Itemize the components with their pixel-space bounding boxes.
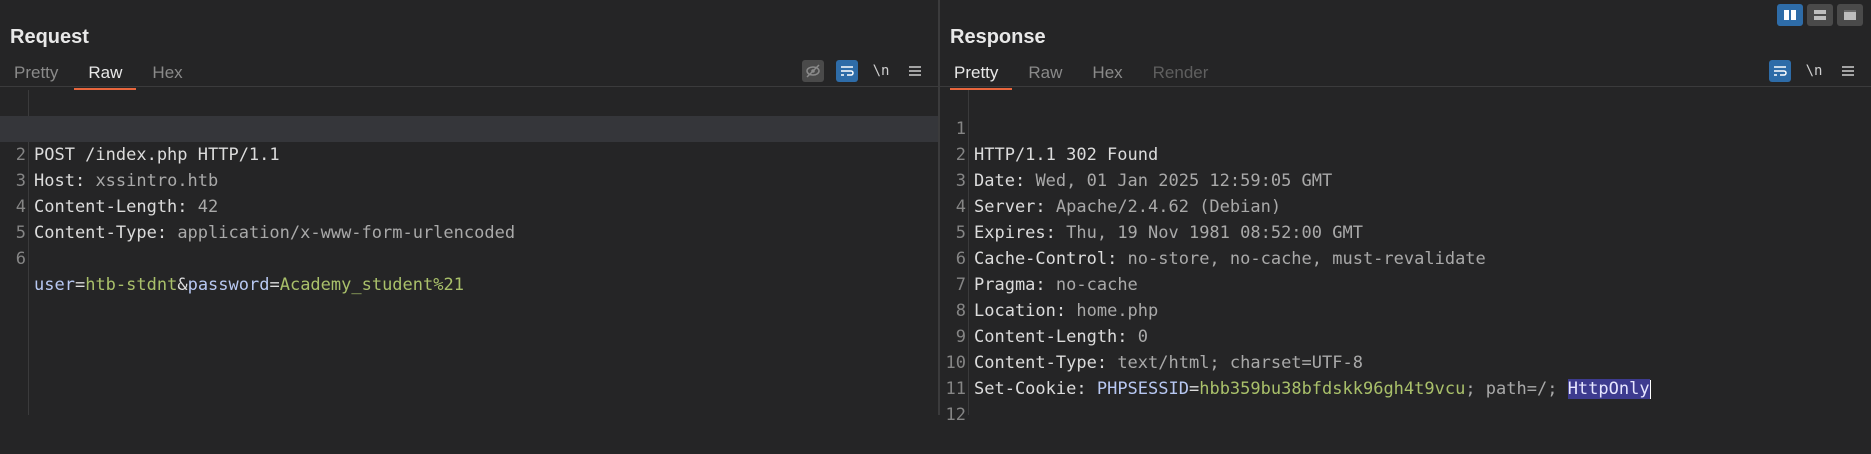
code-line: 9 Content-Type: text/html; charset=UTF-8 (955, 327, 1363, 373)
code-line: 2 Date: Wed, 01 Jan 2025 12:59:05 GMT (955, 145, 1333, 191)
code-line: 12 (945, 405, 966, 425)
code-line: 3 Server: Apache/2.4.62 (Debian) (955, 171, 1282, 217)
word-wrap-icon[interactable] (1769, 60, 1791, 82)
response-pane: Response Pretty Raw Hex Render \n 1 HTTP… (940, 0, 1871, 425)
code-line: 8 Content-Length: 0 (955, 301, 1149, 347)
request-toolbar: \n (802, 60, 926, 82)
code-line: 5 (15, 223, 26, 243)
response-title: Response (950, 26, 1046, 48)
code-line: 3 Content-Length: 42 (15, 171, 219, 217)
menu-icon[interactable] (904, 60, 926, 82)
code-line: 1 POST /index.php HTTP/1.1 (16, 119, 280, 165)
layout-side-by-side-icon[interactable] (1777, 4, 1803, 26)
layout-switcher (1777, 4, 1863, 26)
show-newlines-button[interactable]: \n (1803, 60, 1825, 82)
code-line: 11 (945, 379, 966, 399)
request-title: Request (10, 26, 89, 48)
response-editor[interactable]: 1 HTTP/1.1 302 Found 2 Date: Wed, 01 Jan… (940, 90, 1871, 425)
response-toolbar: \n (1769, 60, 1859, 82)
code-line: 7 Location: home.php (955, 275, 1159, 321)
layout-tabbed-icon[interactable] (1837, 4, 1863, 26)
code-line: 6 Pragma: no-cache (955, 249, 1138, 295)
code-line-set-cookie: 10 Set-Cookie: PHPSESSID=hbb359bu38bfdsk… (945, 353, 1651, 399)
hide-nonprintable-icon[interactable] (802, 60, 824, 82)
word-wrap-icon[interactable] (836, 60, 858, 82)
code-line: 4 Expires: Thu, 19 Nov 1981 08:52:00 GMT (955, 197, 1363, 243)
code-line: 1 HTTP/1.1 302 Found (955, 119, 1159, 165)
request-pane: Request Pretty Raw Hex \n 1 POST /index.… (0, 0, 938, 415)
code-line: 4 Content-Type: application/x-www-form-u… (15, 197, 516, 243)
code-line: 5 Cache-Control: no-store, no-cache, mus… (955, 223, 1486, 269)
code-line: 2 Host: xssintro.htb (0, 116, 938, 191)
show-newlines-button[interactable]: \n (870, 60, 892, 82)
request-editor[interactable]: 1 POST /index.php HTTP/1.1 2 Host: xssin… (0, 90, 938, 415)
menu-icon[interactable] (1837, 60, 1859, 82)
layout-stacked-icon[interactable] (1807, 4, 1833, 26)
code-line-body: 6 user=htb-stdnt&password=Academy_studen… (15, 249, 464, 295)
